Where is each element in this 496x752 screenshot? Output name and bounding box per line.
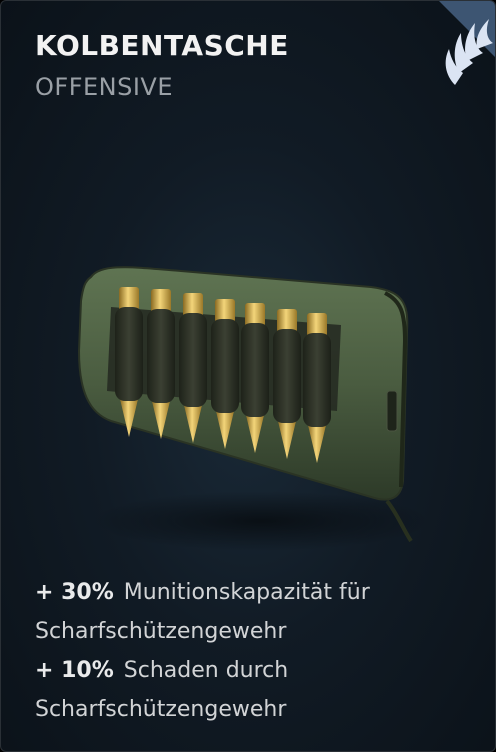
- stat-text: Munitionskapazität für: [123, 580, 370, 605]
- item-card: KOLBENTASCHE OFFENSIVE + 30% Munitionska…: [0, 0, 496, 752]
- stat-value: + 10%: [35, 658, 114, 683]
- stat-ammo-capacity: + 30% Munitionskapazität für Scharfschütz…: [35, 573, 475, 651]
- stat-text: Schaden durch: [123, 658, 289, 683]
- stat-damage: + 10% Schaden durch Scharfschützengewehr: [35, 651, 475, 729]
- buttstock-pouch-image: [77, 266, 431, 551]
- stat-text: Scharfschützengewehr: [35, 697, 287, 722]
- stat-text: Scharfschützengewehr: [35, 619, 287, 644]
- item-category: OFFENSIVE: [35, 73, 174, 101]
- stat-value: + 30%: [35, 580, 114, 605]
- item-title: KOLBENTASCHE: [35, 29, 289, 62]
- wing-icon: [439, 1, 495, 85]
- stats-list: + 30% Munitionskapazität für Scharfschütz…: [35, 573, 475, 729]
